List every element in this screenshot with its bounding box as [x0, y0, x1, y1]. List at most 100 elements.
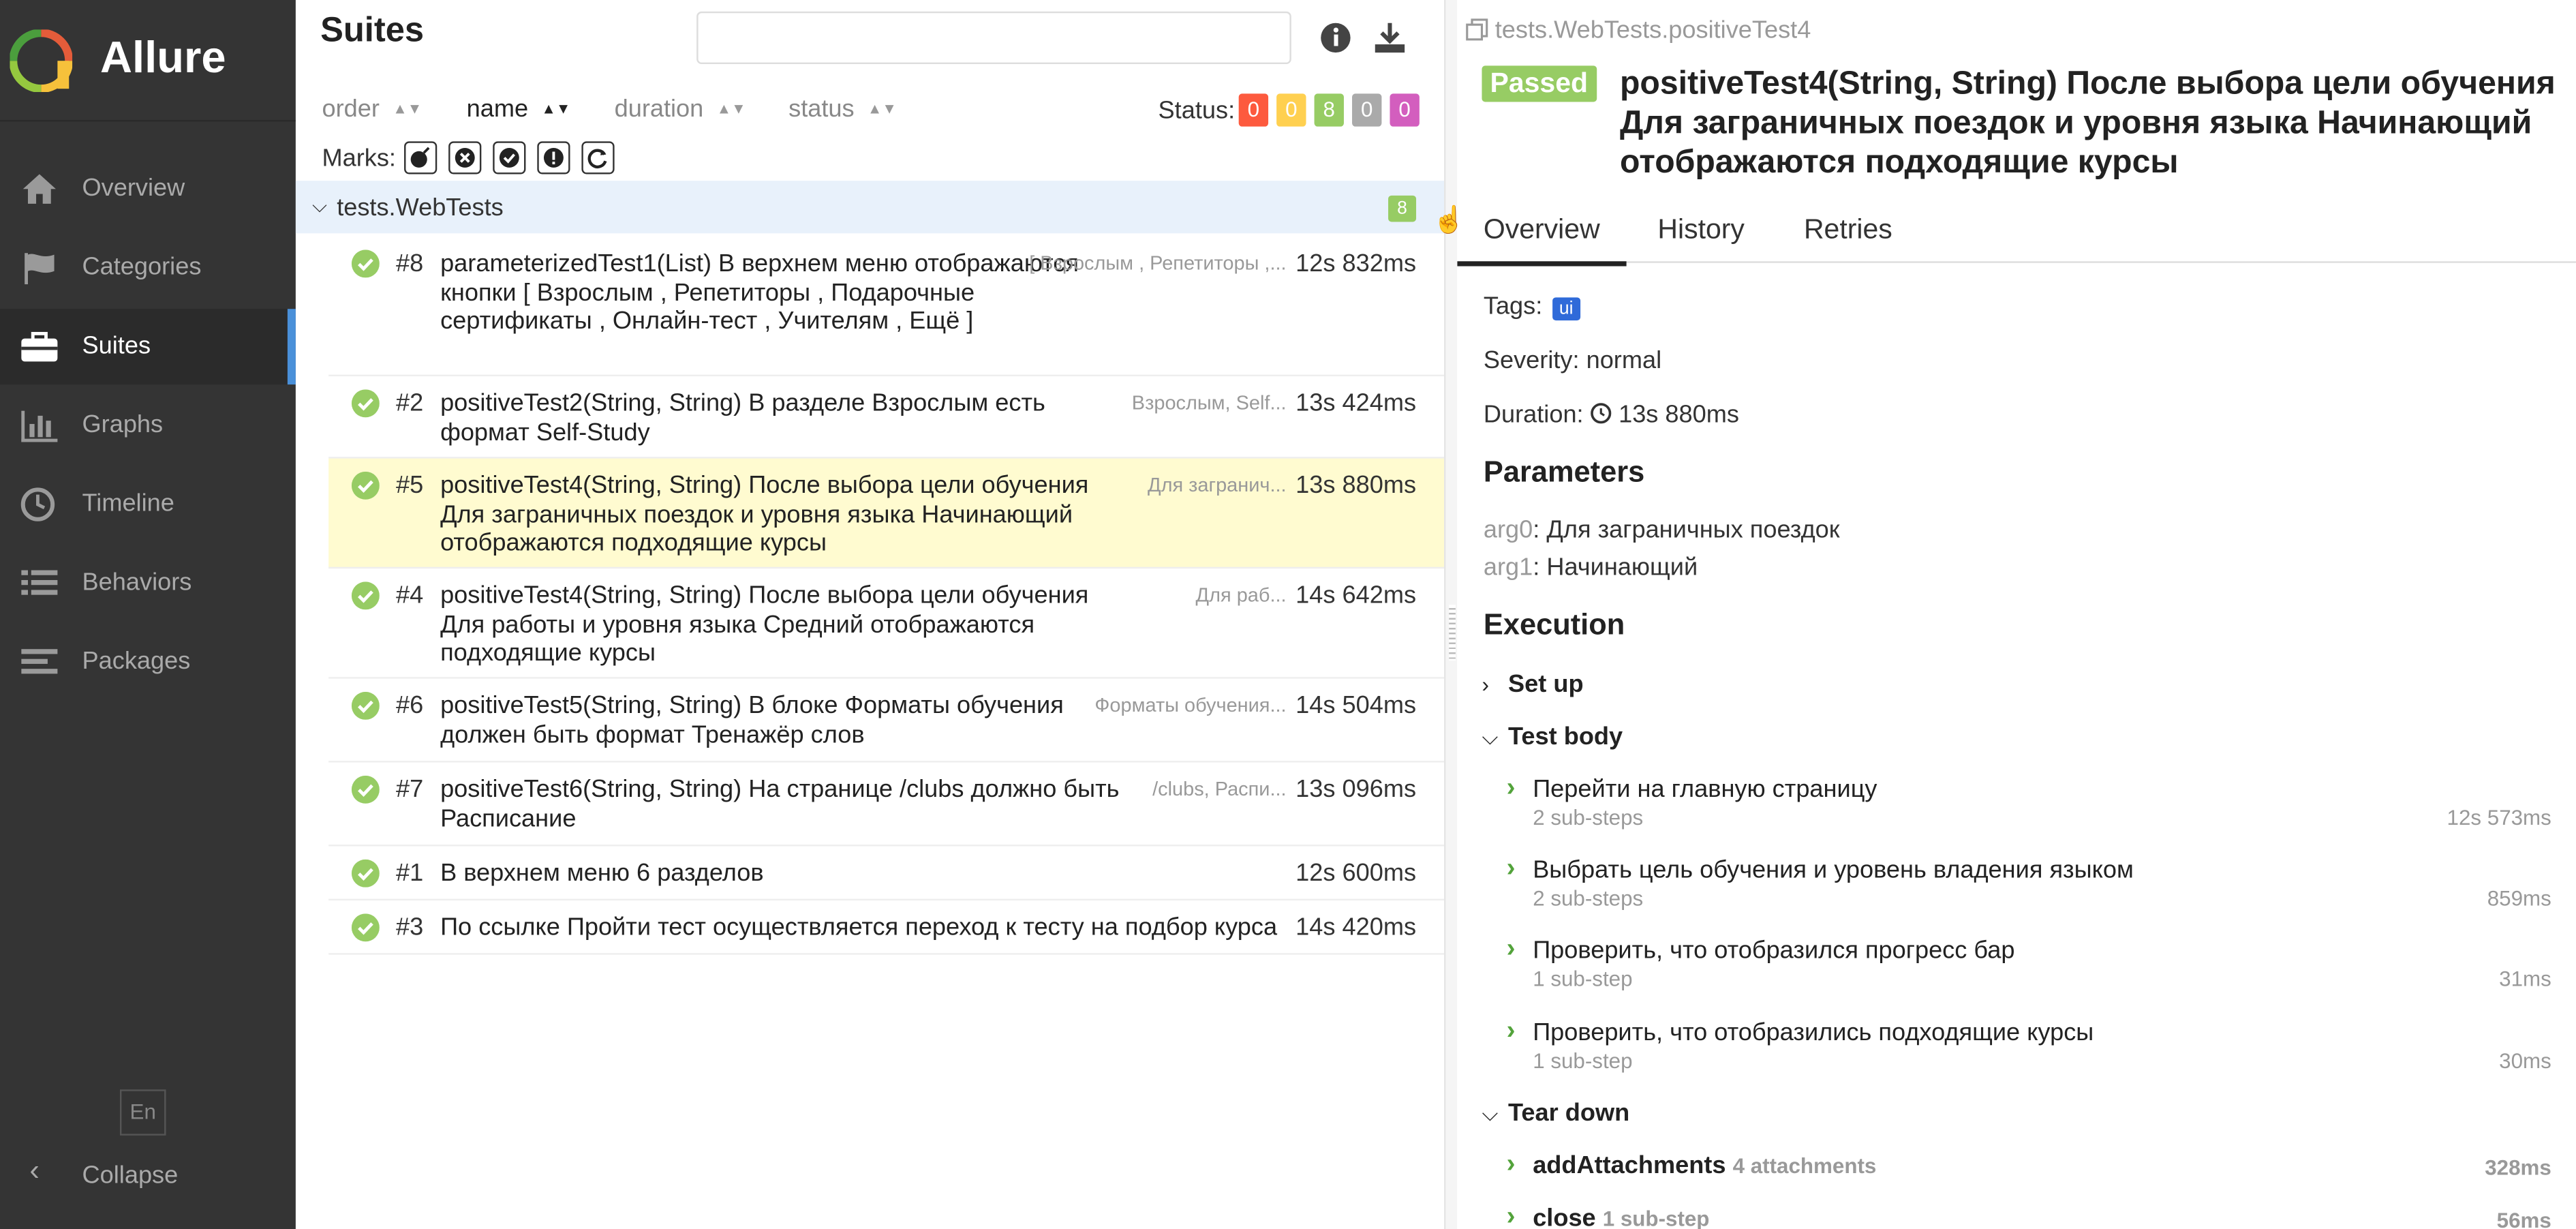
tear-down-section[interactable]: ⌵ Tear down [1482, 1099, 1629, 1127]
table-row[interactable]: #4 positiveTest4(String, String) После в… [328, 568, 1445, 679]
info-icon[interactable] [1317, 20, 1353, 56]
test-body-label: Test body [1508, 723, 1623, 751]
tag-badge[interactable]: ui [1552, 297, 1580, 321]
row-title: В верхнем меню 6 разделов [440, 859, 764, 887]
step-duration: 859ms [2487, 885, 2551, 911]
sidebar-item-label: Timeline [82, 489, 174, 518]
row-duration: 13s 096ms [1295, 775, 1417, 804]
tab-retries[interactable]: Retries [1804, 213, 1892, 246]
status-failed-badge[interactable]: 0 [1238, 93, 1269, 127]
teardown-step-duration: 328ms [2485, 1155, 2551, 1180]
retries-mark-icon[interactable] [581, 141, 615, 175]
download-icon[interactable] [1372, 20, 1408, 56]
sort-status[interactable]: status ▲▼ [788, 95, 897, 123]
pane-splitter[interactable] [1444, 0, 1458, 1229]
row-number: #7 [395, 775, 424, 804]
table-row[interactable]: #6 positiveTest5(String, String) В блоке… [328, 679, 1445, 763]
passed-status-icon [351, 389, 380, 418]
passed-status-icon [351, 775, 380, 804]
bar-chart-icon [21, 410, 58, 442]
tab-history[interactable]: History [1657, 213, 1745, 246]
parameter-row: arg0: Для заграничных поездок [1484, 516, 1840, 544]
table-row[interactable]: #5 positiveTest4(String, String) После в… [328, 458, 1445, 569]
status-skipped-badge[interactable]: 0 [1352, 93, 1382, 127]
sidebar-item-behaviors[interactable]: Behaviors [0, 545, 296, 621]
tab-overview[interactable]: Overview [1457, 213, 1626, 267]
tags-label: Tags: [1483, 292, 1543, 321]
sidebar-item-overview[interactable]: Overview [0, 151, 296, 227]
brand[interactable]: Allure [0, 0, 296, 122]
flaky-mark-icon[interactable] [404, 141, 438, 175]
teardown-step[interactable]: › close 1 sub-step 56ms [1507, 1203, 2551, 1229]
step-item[interactable]: › Выбрать цель обучения и уровень владен… [1506, 854, 2551, 928]
sidebar-item-label: Graphs [82, 410, 164, 439]
row-duration: 14s 642ms [1295, 581, 1417, 610]
chevron-right-icon: › [1506, 854, 1516, 883]
step-substeps: 1 sub-step [1533, 1048, 1633, 1074]
test-title: positiveTest4(String, String) После выбо… [1619, 65, 2556, 181]
severity-text: Severity: normal [1483, 346, 1662, 375]
setup-section[interactable]: › Set up [1482, 671, 1583, 699]
parameter-row: arg1: Начинающий [1484, 553, 1698, 581]
table-row[interactable]: #2 positiveTest2(String, String) В разде… [328, 376, 1445, 459]
row-params: Для раб... [1195, 583, 1287, 607]
flag-icon [25, 253, 55, 285]
sort-order[interactable]: order ▲▼ [322, 95, 422, 123]
step-duration: 30ms [2499, 1048, 2551, 1074]
language-button[interactable]: En [119, 1089, 166, 1136]
table-row[interactable]: #7 positiveTest6(String, String) На стра… [328, 763, 1445, 847]
row-duration: 13s 424ms [1295, 389, 1417, 418]
sidebar-item-categories[interactable]: Categories [0, 230, 296, 305]
status-unknown-badge[interactable]: 0 [1390, 93, 1420, 127]
sidebar-item-label: Suites [82, 331, 151, 360]
sort-name[interactable]: name ▲▼ [467, 95, 571, 123]
step-item[interactable]: › Перейти на главную страницу 2 sub-step… [1507, 774, 2551, 848]
teardown-step-sub: 4 attachments [1732, 1153, 1877, 1179]
step-item[interactable]: › Проверить, что отобразился прогресс ба… [1507, 935, 2551, 1009]
parameters-heading: Parameters [1483, 455, 1645, 488]
duration-label: Duration: [1483, 401, 1584, 429]
sidebar-item-timeline[interactable]: Timeline [0, 467, 296, 543]
breadcrumb: tests.WebTests.positiveTest4 [1465, 16, 1811, 44]
row-number: #6 [395, 691, 424, 720]
table-row[interactable]: #1 В верхнем меню 6 разделов 12s 600ms [328, 847, 1445, 901]
table-row[interactable]: #8 parameterizedTest1(List) В верхнем ме… [328, 237, 1445, 377]
test-detail-pane: tests.WebTests.positiveTest4 Passed posi… [1457, 0, 2576, 1229]
status-broken-badge[interactable]: 0 [1276, 93, 1306, 127]
row-title: По ссылке Пройти тест осуществляется пер… [440, 913, 1278, 942]
search-input[interactable] [696, 11, 1291, 65]
sidebar-item-suites[interactable]: Suites [0, 309, 296, 385]
step-item[interactable]: › Проверить, что отобразились подходящие… [1507, 1017, 2551, 1091]
chevron-right-icon: › [1506, 1150, 1516, 1179]
passed-status-icon [351, 471, 380, 500]
sort-label: order [322, 95, 380, 123]
row-number: #5 [395, 471, 424, 500]
new-passed-mark-icon[interactable] [493, 141, 526, 175]
teardown-step[interactable]: › addAttachments 4 attachments 328ms [1506, 1150, 2551, 1188]
suite-group[interactable]: ⌵ tests.WebTests 8 [295, 181, 1445, 234]
test-body-section[interactable]: ⌵ Test body [1482, 723, 1623, 751]
sidebar-item-label: Behaviors [82, 568, 192, 597]
new-failed-mark-icon[interactable] [448, 141, 482, 175]
splitter-grip[interactable] [1449, 605, 1456, 661]
new-broken-mark-icon[interactable] [537, 141, 570, 175]
teardown-step-name: addAttachments [1533, 1151, 1726, 1180]
step-name: Проверить, что отобразились подходящие к… [1533, 1018, 2094, 1047]
table-row[interactable]: #3 По ссылке Пройти тест осуществляется … [328, 900, 1445, 955]
row-title: positiveTest4(String, String) После выбо… [440, 471, 1089, 558]
collapse-button[interactable]: ‹ Collapse [0, 1153, 296, 1199]
row-duration: 13s 880ms [1295, 471, 1417, 500]
list-icon [21, 570, 58, 595]
sort-duration[interactable]: duration ▲▼ [615, 95, 746, 123]
sort-label: name [466, 95, 529, 123]
sidebar-item-packages[interactable]: Packages [0, 624, 296, 700]
passed-status-icon [351, 581, 380, 610]
copy-icon[interactable] [1465, 18, 1488, 42]
row-duration: 14s 504ms [1295, 691, 1417, 720]
suite-group-count: 8 [1388, 195, 1417, 222]
status-passed-badge[interactable]: 8 [1314, 93, 1344, 127]
sidebar-item-graphs[interactable]: Graphs [0, 388, 296, 464]
row-number: #2 [395, 389, 424, 418]
teardown-step-name: close [1533, 1204, 1596, 1229]
step-duration: 12s 573ms [2447, 805, 2551, 830]
